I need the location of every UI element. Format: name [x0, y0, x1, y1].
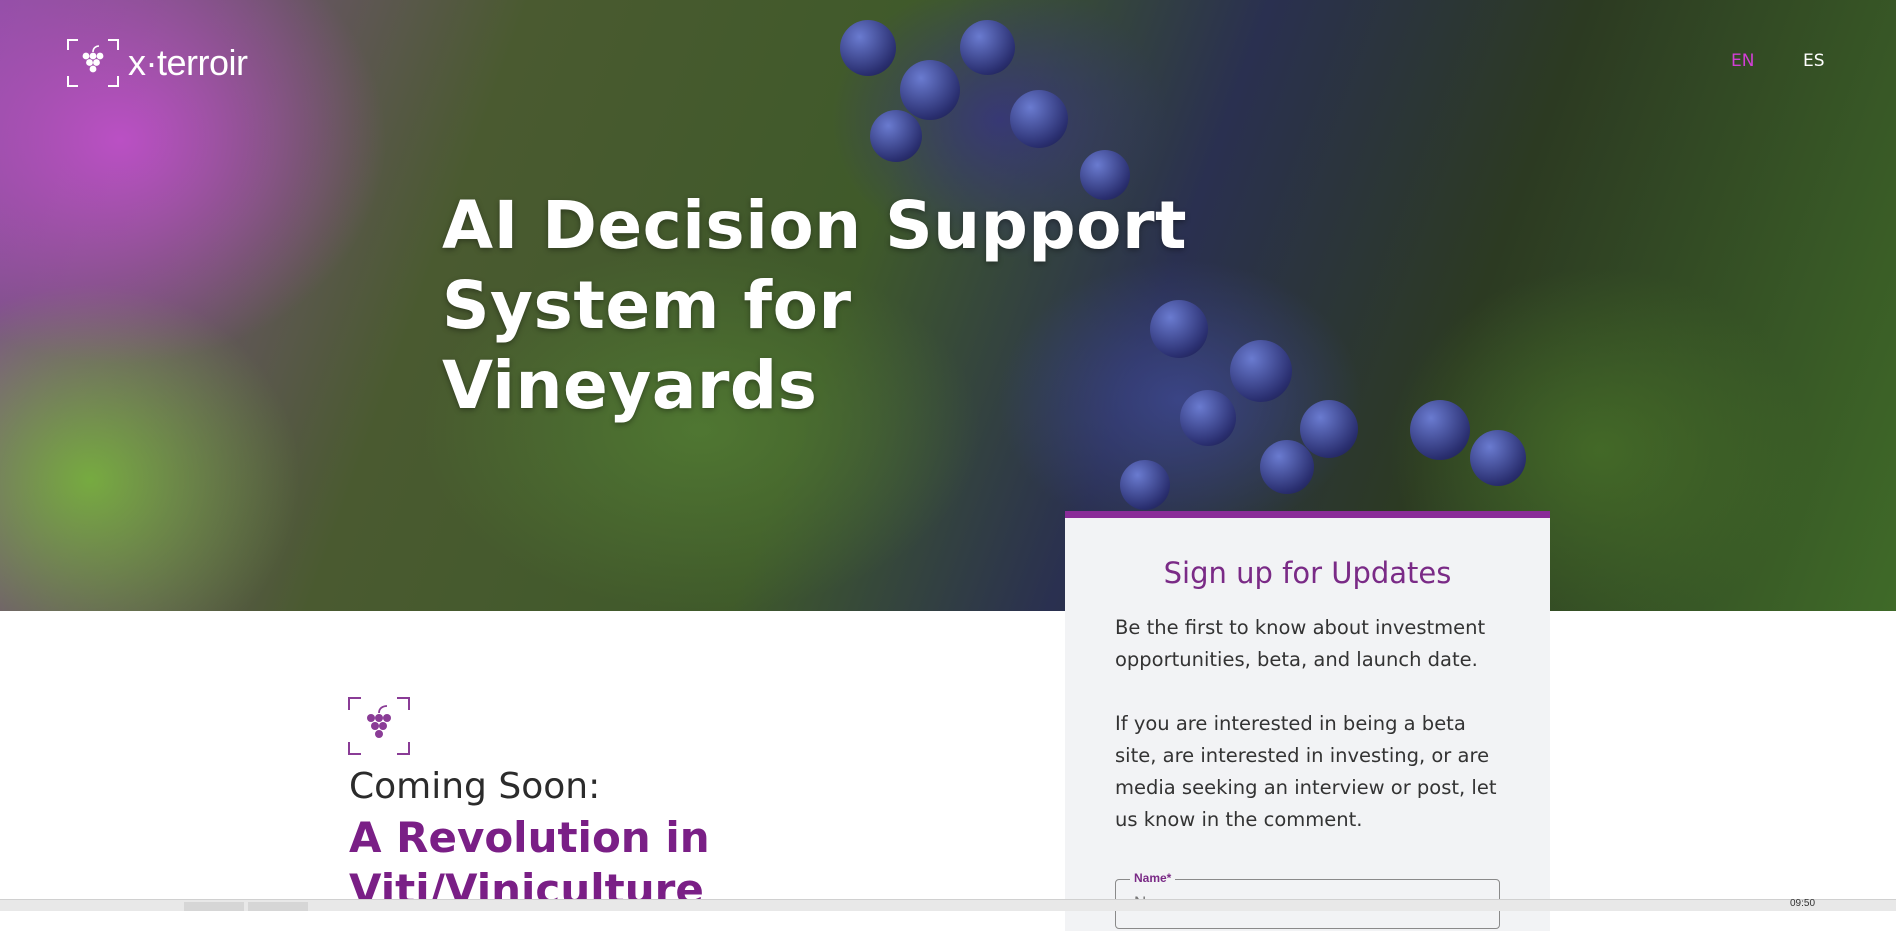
- signup-paragraph-1: Be the first to know about investment op…: [1115, 616, 1486, 671]
- taskbar-clock: 09:50: [1790, 898, 1816, 909]
- signup-title: Sign up for Updates: [1163, 556, 1452, 590]
- language-es-link[interactable]: ES: [1803, 51, 1825, 71]
- signup-card: Sign up for Updates Be the first to know…: [1065, 511, 1550, 931]
- name-field-label: Name*: [1130, 871, 1176, 885]
- grape-decoration: [960, 20, 1015, 75]
- coming-soon-heading: Coming Soon:: [349, 766, 601, 807]
- os-taskbar: 09:50: [0, 898, 1896, 911]
- language-en-link[interactable]: EN: [1731, 51, 1754, 71]
- grape-decoration: [1410, 400, 1470, 460]
- grape-logo-icon: [67, 39, 119, 87]
- grape-decoration: [1470, 430, 1526, 486]
- site-logo[interactable]: x·terroir: [66, 38, 248, 88]
- hero-banner: x·terroir EN ES AI Decision Support Syst…: [0, 0, 1896, 611]
- signup-paragraph-2: If you are interested in being a beta si…: [1115, 712, 1497, 831]
- logo-text: x·terroir: [128, 42, 248, 83]
- grape-icon: [348, 697, 410, 755]
- grape-decoration: [1010, 90, 1068, 148]
- grape-decoration: [1120, 460, 1170, 510]
- grape-decoration: [900, 60, 960, 120]
- grape-decoration: [1230, 340, 1292, 402]
- grape-decoration: [1260, 440, 1314, 494]
- grape-decoration: [840, 20, 896, 76]
- grape-decoration: [1300, 400, 1358, 458]
- grape-decoration: [870, 110, 922, 162]
- hero-headline: AI Decision Support System for Vineyards: [442, 187, 1188, 424]
